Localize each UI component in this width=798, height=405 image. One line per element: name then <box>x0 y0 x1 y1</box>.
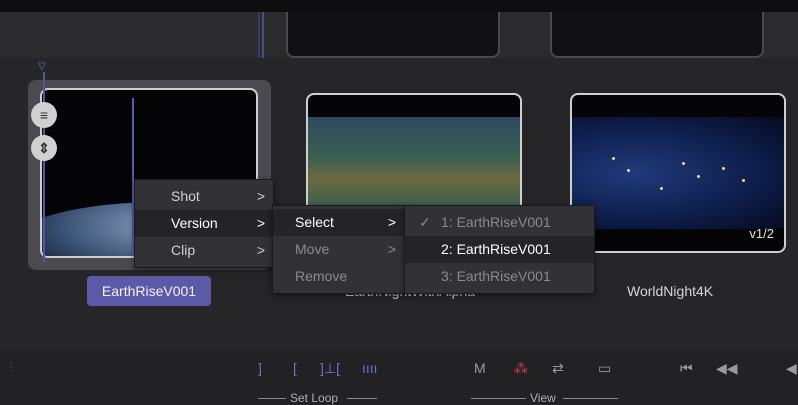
timeline-clip-panel: v1/2 ▽ ≡ ⇕ EarthRiseV001 EarthNightWithA… <box>0 0 798 405</box>
set-loop-label: Set Loop <box>290 391 339 405</box>
swap-arrows-icon[interactable]: ⇄ <box>552 358 564 378</box>
view-line-left <box>471 398 526 399</box>
menu-item-label: Remove <box>295 268 348 284</box>
grip-handle-icon[interactable]: ⋮ <box>6 362 16 373</box>
menu-item-clip[interactable]: Clip > <box>135 237 273 264</box>
m-toggle[interactable]: M <box>474 358 486 378</box>
menu-item-version-2[interactable]: 2: EarthRiseV001 <box>405 236 594 263</box>
version-badge: v1/2 <box>749 226 774 241</box>
playhead-marker-icon[interactable]: ▽ <box>38 62 50 72</box>
loop-range-icon[interactable]: ]⊥[ <box>320 358 340 378</box>
top-playhead-line <box>262 12 264 58</box>
monitor-icon[interactable]: ▭ <box>598 358 611 378</box>
play-reverse-icon[interactable]: ◀ <box>786 358 797 378</box>
top-divider-line <box>258 12 260 58</box>
reorder-icon[interactable]: ≡ <box>31 102 57 128</box>
menu-item-label: Move <box>295 241 330 257</box>
set-loop-line-right <box>347 398 377 399</box>
version-submenu: Select > Move > Remove <box>272 205 405 294</box>
menu-item-version[interactable]: Version > <box>135 210 273 237</box>
menu-item-label: Shot <box>171 188 200 204</box>
menu-item-move[interactable]: Move > <box>273 236 404 263</box>
skip-to-start-icon[interactable]: ⏮ <box>680 358 693 378</box>
top-thumbnail-1[interactable] <box>286 12 500 58</box>
select-version-submenu: ✓ 1: EarthRiseV001 2: EarthRiseV001 3: E… <box>404 205 595 294</box>
clip-name-worldnight: WorldNight4K <box>627 283 714 299</box>
set-loop-line-left <box>258 398 286 399</box>
chevron-right-icon: > <box>256 242 265 258</box>
view-label: View <box>530 391 556 405</box>
menu-item-shot[interactable]: Shot > <box>135 183 273 210</box>
loop-out-icon[interactable]: [ <box>293 358 297 378</box>
chevron-right-icon: > <box>256 188 265 204</box>
menu-item-label: 1: EarthRiseV001 <box>441 214 551 230</box>
menu-item-label: 3: EarthRiseV001 <box>441 268 551 284</box>
menu-item-remove[interactable]: Remove <box>273 263 404 290</box>
chevron-right-icon: > <box>387 241 396 257</box>
menu-item-version-3[interactable]: 3: EarthRiseV001 <box>405 263 594 290</box>
loop-in-icon[interactable]: ] <box>258 358 262 378</box>
menu-item-label: Clip <box>171 242 196 258</box>
top-separator <box>0 0 798 12</box>
menu-item-label: Version <box>171 215 218 231</box>
color-dots-icon[interactable]: ⁂ <box>514 358 528 378</box>
check-icon: ✓ <box>419 214 431 230</box>
loop-clear-icon[interactable]: ıııı <box>362 358 378 378</box>
clip-thumbnail-worldnight[interactable]: v1/2 <box>570 93 786 253</box>
bottom-toolbar <box>0 350 798 405</box>
chevron-right-icon: > <box>256 215 265 231</box>
menu-item-label: Select <box>295 214 334 230</box>
top-thumbnail-2[interactable] <box>550 12 764 58</box>
menu-item-version-1[interactable]: ✓ 1: EarthRiseV001 <box>405 209 594 236</box>
context-menu: Shot > Version > Clip > <box>134 179 274 268</box>
menu-item-label: 2: EarthRiseV001 <box>441 241 551 257</box>
playhead-line[interactable] <box>43 72 45 262</box>
rewind-icon[interactable]: ◀◀ <box>716 358 738 378</box>
view-line-right <box>563 398 618 399</box>
world-night-image <box>572 117 784 229</box>
chevron-right-icon: > <box>387 214 396 230</box>
clip-name-selected[interactable]: EarthRiseV001 <box>87 276 211 306</box>
menu-item-select[interactable]: Select > <box>273 209 404 236</box>
up-down-arrows-icon[interactable]: ⇕ <box>31 135 57 161</box>
